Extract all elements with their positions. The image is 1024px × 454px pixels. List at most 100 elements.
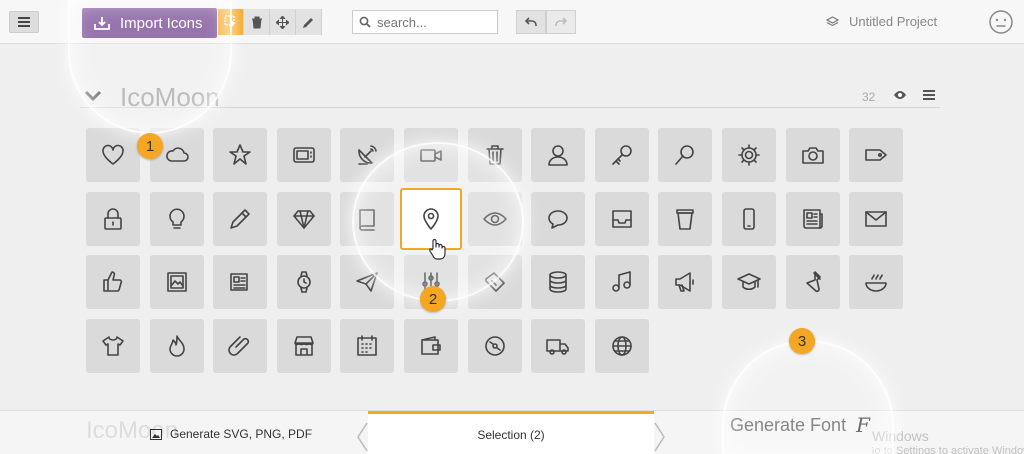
import-icons-button[interactable]: Import Icons <box>82 8 217 38</box>
icon-cell-t-shirt[interactable] <box>86 318 140 373</box>
icon-cell-tag[interactable] <box>849 128 904 182</box>
icon-cell-thumbs-up[interactable] <box>86 255 140 309</box>
icon-cell-lab-flask[interactable] <box>785 255 840 309</box>
icon-cell-paper-plane[interactable] <box>340 255 395 309</box>
video-camera-icon <box>420 149 442 162</box>
icon-cell-camera[interactable] <box>785 128 840 182</box>
icon-cell-database[interactable] <box>531 255 586 309</box>
icon-cell-star[interactable] <box>213 128 268 182</box>
icon-cell-coffee-cup[interactable] <box>658 191 713 246</box>
watch-icon <box>296 271 311 293</box>
icon-cell-cog[interactable] <box>721 128 776 182</box>
watermark-line-2: Go to Settings to activate Windows. <box>872 445 1024 454</box>
icon-cell-document[interactable] <box>213 255 268 309</box>
edit-tool-button[interactable] <box>296 9 322 35</box>
icon-cell-lightbulb[interactable] <box>149 191 204 246</box>
search-input[interactable] <box>377 14 487 30</box>
megaphone-icon <box>675 272 695 292</box>
icon-cell-video-camera[interactable] <box>403 128 458 182</box>
star-icon <box>229 144 251 165</box>
calendar-icon <box>357 334 378 356</box>
step-badge-1: 1 <box>137 133 163 159</box>
generate-svg-button[interactable]: Generate SVG, PNG, PDF <box>150 427 312 441</box>
icon-cell-envelope[interactable] <box>849 191 904 246</box>
coffee-cup-icon <box>676 208 695 230</box>
icon-cell-music-note[interactable] <box>594 255 649 309</box>
icon-cell-inbox[interactable] <box>594 191 649 246</box>
icon-cell-lock[interactable] <box>86 191 140 246</box>
icon-cell-image[interactable] <box>149 255 204 309</box>
chevron-down-icon[interactable] <box>84 90 102 102</box>
icon-cell-newspaper[interactable] <box>785 191 840 246</box>
heart-icon <box>102 144 124 165</box>
icon-cell-key[interactable] <box>594 128 649 182</box>
top-toolbar: Import Icons Untitled Project <box>0 0 1024 44</box>
icon-cell-shop[interactable] <box>276 318 331 373</box>
icon-cell-food-bowl[interactable] <box>849 255 904 309</box>
shop-icon <box>293 335 314 356</box>
icon-cell-satellite[interactable] <box>340 128 395 182</box>
icon-cell-graduation-cap[interactable] <box>721 255 776 309</box>
delete-tool-button[interactable] <box>244 9 270 35</box>
icon-cell-heart[interactable] <box>86 128 140 182</box>
icon-cell-calendar[interactable] <box>340 318 395 373</box>
icon-cell-paperclip[interactable] <box>213 318 268 373</box>
fire-icon <box>168 334 185 357</box>
project-selector[interactable]: Untitled Project <box>826 14 937 29</box>
icon-cell-pencil[interactable] <box>213 191 268 246</box>
move-tool-button[interactable] <box>270 9 296 35</box>
bottom-action-bar: IcoMoon Generate SVG, PNG, PDF Selection… <box>0 410 1024 454</box>
icon-cell-ticket[interactable] <box>467 255 522 309</box>
icon-cell-user[interactable] <box>531 128 586 182</box>
icon-cell-disc[interactable] <box>467 318 522 373</box>
icon-cell-book[interactable] <box>340 191 395 246</box>
selection-tab[interactable]: Selection (2) <box>357 411 665 454</box>
select-tool-button[interactable] <box>218 9 244 35</box>
cog-icon <box>738 144 760 166</box>
main-menu-button[interactable] <box>9 11 39 33</box>
lab-flask-icon <box>805 271 821 293</box>
icon-cell-wallet[interactable] <box>403 318 458 373</box>
undo-button[interactable] <box>516 10 546 34</box>
location-pin-icon <box>423 207 439 230</box>
icon-cell-megaphone[interactable] <box>658 255 713 309</box>
eye-icon[interactable] <box>893 90 907 100</box>
document-icon <box>230 273 248 291</box>
hamburger-icon <box>18 17 30 27</box>
generate-font-button[interactable]: Generate Font F <box>730 413 870 437</box>
avatar-icon[interactable] <box>988 9 1014 35</box>
user-icon <box>548 145 568 166</box>
font-icon: F <box>856 413 870 437</box>
icon-set-header: IcoMoon 32 <box>80 82 940 112</box>
icon-cell-diamond[interactable] <box>276 191 331 246</box>
truck-icon <box>546 338 569 355</box>
search-box[interactable] <box>352 10 498 34</box>
book-icon <box>359 208 376 231</box>
redo-button[interactable] <box>546 10 576 34</box>
image-icon <box>150 428 162 440</box>
icon-cell-trash[interactable] <box>467 128 522 182</box>
set-menu-icon[interactable] <box>923 90 935 100</box>
icon-cell-location-pin[interactable] <box>399 187 462 260</box>
move-icon <box>276 15 289 29</box>
paper-plane-icon <box>356 272 379 292</box>
lock-icon <box>104 207 122 230</box>
icon-cell-tv[interactable] <box>276 128 331 182</box>
icon-cell-speech-bubble[interactable] <box>531 191 586 246</box>
icon-cell-fire[interactable] <box>149 318 204 373</box>
t-shirt-icon <box>102 335 124 356</box>
icon-cell-watch[interactable] <box>276 255 331 309</box>
envelope-icon <box>865 210 887 227</box>
chevron-left-icon <box>357 422 368 452</box>
icon-cell-truck[interactable] <box>531 318 586 373</box>
thumbs-up-icon <box>103 271 123 292</box>
globe-icon <box>611 335 632 356</box>
icon-cell-mobile[interactable] <box>721 191 776 246</box>
layers-icon <box>826 15 839 26</box>
windows-activation-watermark: Windows Go to Settings to activate Windo… <box>872 429 1024 454</box>
icon-cell-magnifier[interactable] <box>658 128 713 182</box>
key-icon <box>611 145 632 165</box>
icon-cell-eye[interactable] <box>467 191 522 246</box>
icon-cell-globe[interactable] <box>594 318 649 373</box>
tv-icon <box>292 147 315 163</box>
